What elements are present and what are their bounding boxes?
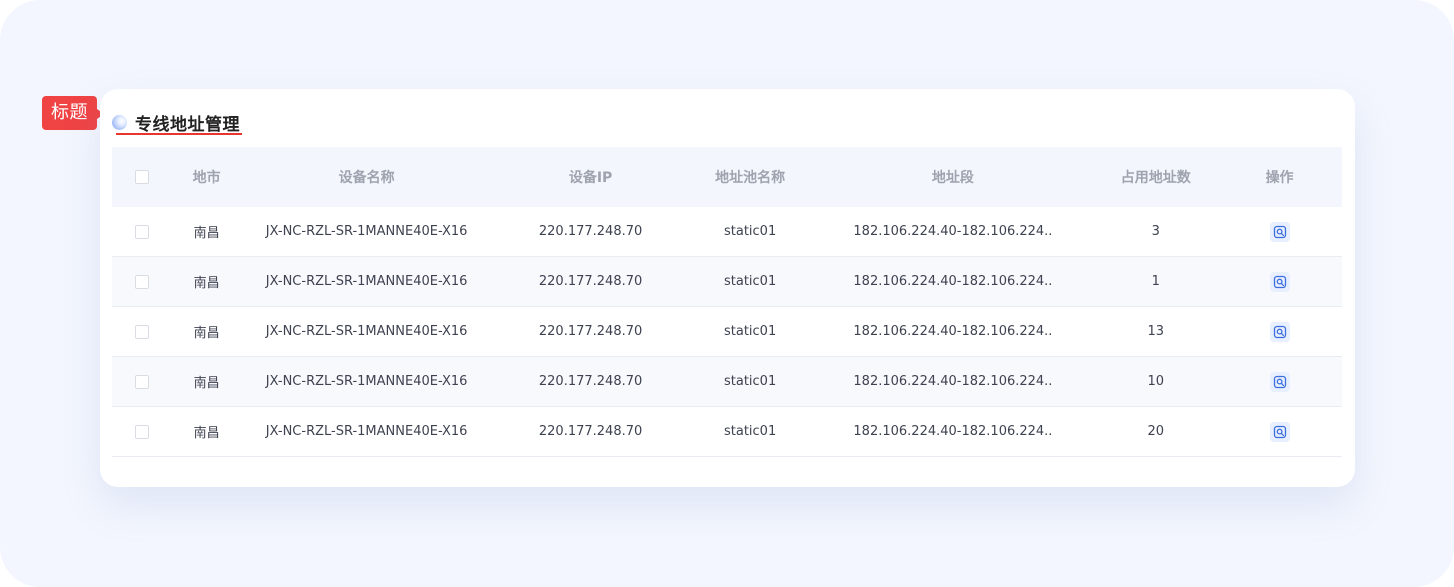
header-action: 操作 <box>1217 147 1342 207</box>
cell-action <box>1217 356 1342 407</box>
cell-segment: 182.106.224.40-182.106.224.. <box>811 356 1095 407</box>
title-bullet-icon <box>112 114 127 130</box>
row-checkbox[interactable] <box>135 224 150 239</box>
row-checkbox[interactable] <box>135 274 150 289</box>
cell-city: 南昌 <box>172 306 241 357</box>
cell-city: 南昌 <box>172 256 241 307</box>
header-segment: 地址段 <box>811 147 1095 207</box>
row-checkbox[interactable] <box>135 324 150 339</box>
cell-used-count: 20 <box>1094 406 1218 457</box>
page-background: 标题 专线地址管理 地市 设备名称 设备IP 地址池名称 地址段 占用地址数 操… <box>0 0 1454 587</box>
cell-action <box>1217 207 1342 257</box>
row-checkbox[interactable] <box>135 424 150 439</box>
view-detail-icon <box>1273 225 1286 238</box>
view-detail-icon <box>1273 375 1286 388</box>
annotation-tag: 标题 <box>42 96 104 130</box>
cell-pool-name: static01 <box>688 256 812 307</box>
cell-segment: 182.106.224.40-182.106.224.. <box>811 406 1095 457</box>
section-title: 专线地址管理 <box>135 114 240 135</box>
header-city: 地市 <box>172 147 241 207</box>
cell-pool-name: static01 <box>688 356 812 407</box>
view-detail-button[interactable] <box>1269 421 1290 442</box>
cell-device-ip: 220.177.248.70 <box>492 207 689 257</box>
cell-action <box>1217 306 1342 357</box>
select-all-checkbox[interactable] <box>135 170 150 184</box>
cell-device-name: JX-NC-RZL-SR-1MANNE40E-X16 <box>240 306 493 357</box>
cell-device-name: JX-NC-RZL-SR-1MANNE40E-X16 <box>240 207 493 257</box>
table-row: 南昌 JX-NC-RZL-SR-1MANNE40E-X16 220.177.24… <box>112 256 1342 307</box>
cell-device-ip: 220.177.248.70 <box>492 256 689 307</box>
cell-device-name: JX-NC-RZL-SR-1MANNE40E-X16 <box>240 256 493 307</box>
table-row: 南昌 JX-NC-RZL-SR-1MANNE40E-X16 220.177.24… <box>112 306 1342 357</box>
cell-action <box>1217 406 1342 457</box>
row-checkbox[interactable] <box>135 374 150 389</box>
cell-device-ip: 220.177.248.70 <box>492 406 689 457</box>
view-detail-button[interactable] <box>1269 371 1290 392</box>
cell-device-name: JX-NC-RZL-SR-1MANNE40E-X16 <box>240 406 493 457</box>
view-detail-button[interactable] <box>1269 321 1290 342</box>
cell-city: 南昌 <box>172 207 241 257</box>
header-used-count: 占用地址数 <box>1094 147 1218 207</box>
cell-pool-name: static01 <box>688 207 812 257</box>
view-detail-icon <box>1273 425 1286 438</box>
cell-pool-name: static01 <box>688 406 812 457</box>
header-device-ip: 设备IP <box>492 147 689 207</box>
cell-device-ip: 220.177.248.70 <box>492 356 689 407</box>
header-pool-name: 地址池名称 <box>688 147 812 207</box>
table-header-row: 地市 设备名称 设备IP 地址池名称 地址段 占用地址数 操作 <box>112 147 1342 207</box>
table-row: 南昌 JX-NC-RZL-SR-1MANNE40E-X16 220.177.24… <box>112 207 1342 257</box>
cell-segment: 182.106.224.40-182.106.224.. <box>811 306 1095 357</box>
cell-device-name: JX-NC-RZL-SR-1MANNE40E-X16 <box>240 356 493 407</box>
cell-pool-name: static01 <box>688 306 812 357</box>
view-detail-icon <box>1273 325 1286 338</box>
cell-city: 南昌 <box>172 406 241 457</box>
cell-used-count: 3 <box>1094 207 1218 257</box>
table-row: 南昌 JX-NC-RZL-SR-1MANNE40E-X16 220.177.24… <box>112 406 1342 457</box>
cell-city: 南昌 <box>172 356 241 407</box>
cell-used-count: 10 <box>1094 356 1218 407</box>
cell-device-ip: 220.177.248.70 <box>492 306 689 357</box>
header-select-all[interactable] <box>112 147 173 207</box>
view-detail-button[interactable] <box>1269 271 1290 292</box>
cell-segment: 182.106.224.40-182.106.224.. <box>811 207 1095 257</box>
cell-used-count: 13 <box>1094 306 1218 357</box>
title-underline <box>116 133 242 135</box>
cell-action <box>1217 256 1342 307</box>
view-detail-button[interactable] <box>1269 221 1290 242</box>
header-device-name: 设备名称 <box>240 147 493 207</box>
cell-segment: 182.106.224.40-182.106.224.. <box>811 256 1095 307</box>
view-detail-icon <box>1273 275 1286 288</box>
table-row: 南昌 JX-NC-RZL-SR-1MANNE40E-X16 220.177.24… <box>112 356 1342 407</box>
address-management-card: 专线地址管理 地市 设备名称 设备IP 地址池名称 地址段 占用地址数 操作 南… <box>100 89 1355 487</box>
address-table: 地市 设备名称 设备IP 地址池名称 地址段 占用地址数 操作 南昌 JX-NC… <box>112 147 1342 457</box>
cell-used-count: 1 <box>1094 256 1218 307</box>
